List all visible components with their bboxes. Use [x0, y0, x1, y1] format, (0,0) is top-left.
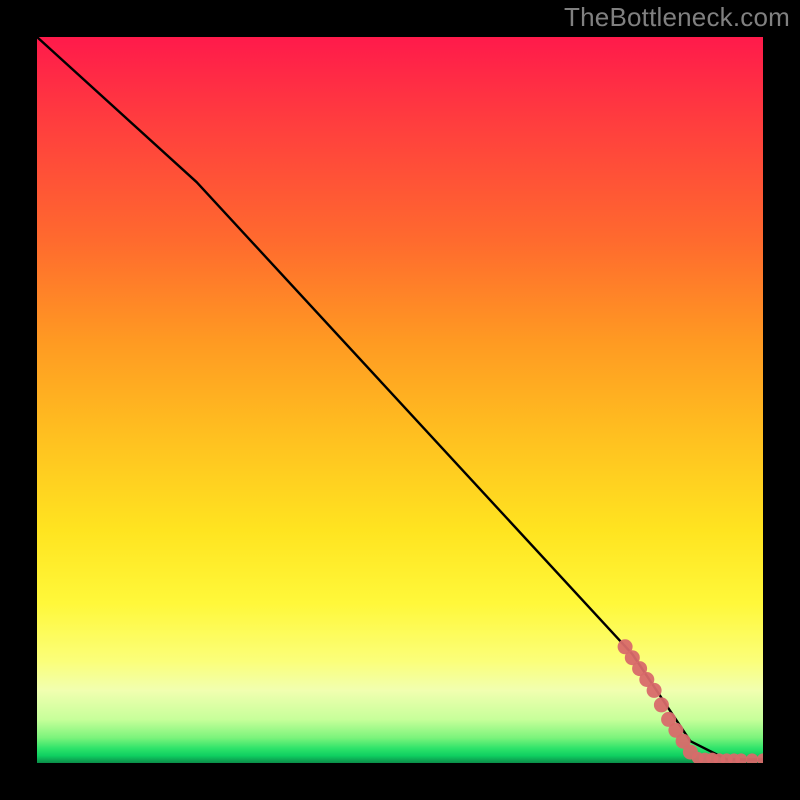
- data-point: [757, 753, 763, 763]
- data-points-group: [618, 639, 763, 763]
- data-point: [654, 697, 669, 712]
- bottleneck-curve: [37, 37, 763, 759]
- plot-svg: [37, 37, 763, 763]
- data-point: [647, 683, 662, 698]
- chart-frame: TheBottleneck.com: [0, 0, 800, 800]
- plot-background-gradient: [37, 37, 763, 763]
- data-point: [746, 753, 758, 763]
- watermark-text: TheBottleneck.com: [564, 2, 790, 33]
